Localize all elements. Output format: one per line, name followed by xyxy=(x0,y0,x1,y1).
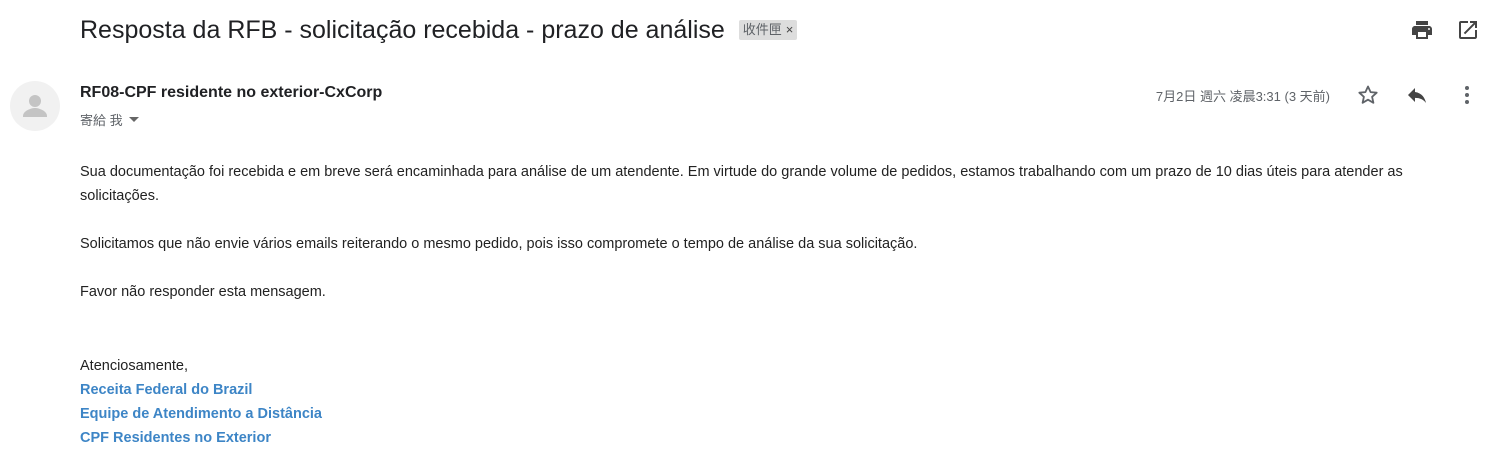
star-icon[interactable] xyxy=(1356,83,1380,107)
email-date: 7月2日 週六 凌晨3:31 (3 天前) xyxy=(1155,89,1330,104)
signature-closing: Atenciosamente, xyxy=(80,358,189,374)
reply-icon[interactable] xyxy=(1405,83,1429,107)
remove-label-icon[interactable]: × xyxy=(786,20,794,40)
person-icon xyxy=(23,95,47,117)
signature-line: Receita Federal do Brazil xyxy=(80,382,253,398)
chevron-down-icon xyxy=(128,117,139,122)
print-icon[interactable] xyxy=(1410,18,1434,42)
signature-line: CPF Residentes no Exterior xyxy=(80,430,271,446)
body-paragraph: Solicitamos que não envie vários emails … xyxy=(80,236,918,252)
email-subject: Resposta da RFB - solicitação recebida -… xyxy=(80,16,725,44)
recipient-details-toggle[interactable]: 寄給 我 xyxy=(80,110,139,129)
more-options-icon[interactable] xyxy=(1455,83,1479,107)
email-signature: Atenciosamente, Receita Federal do Brazi… xyxy=(80,354,322,450)
email-body: Sua documentação foi recebida e em breve… xyxy=(80,160,1465,328)
body-paragraph: Sua documentação foi recebida e em breve… xyxy=(80,164,1403,204)
signature-line: Equipe de Atendimento a Distância xyxy=(80,406,322,422)
email-subject-row: Resposta da RFB - solicitação recebida -… xyxy=(80,14,798,46)
sender-name[interactable]: RF08-CPF residente no exterior-CxCorp xyxy=(80,84,382,102)
open-in-new-window-icon[interactable] xyxy=(1456,18,1480,42)
sender-avatar[interactable] xyxy=(10,81,60,131)
label-text: 收件匣 xyxy=(742,22,782,37)
recipient-text: 寄給 我 xyxy=(80,113,123,128)
inbox-label-chip[interactable]: 收件匣 × xyxy=(738,20,798,40)
body-paragraph: Favor não responder esta mensagem. xyxy=(80,284,326,300)
